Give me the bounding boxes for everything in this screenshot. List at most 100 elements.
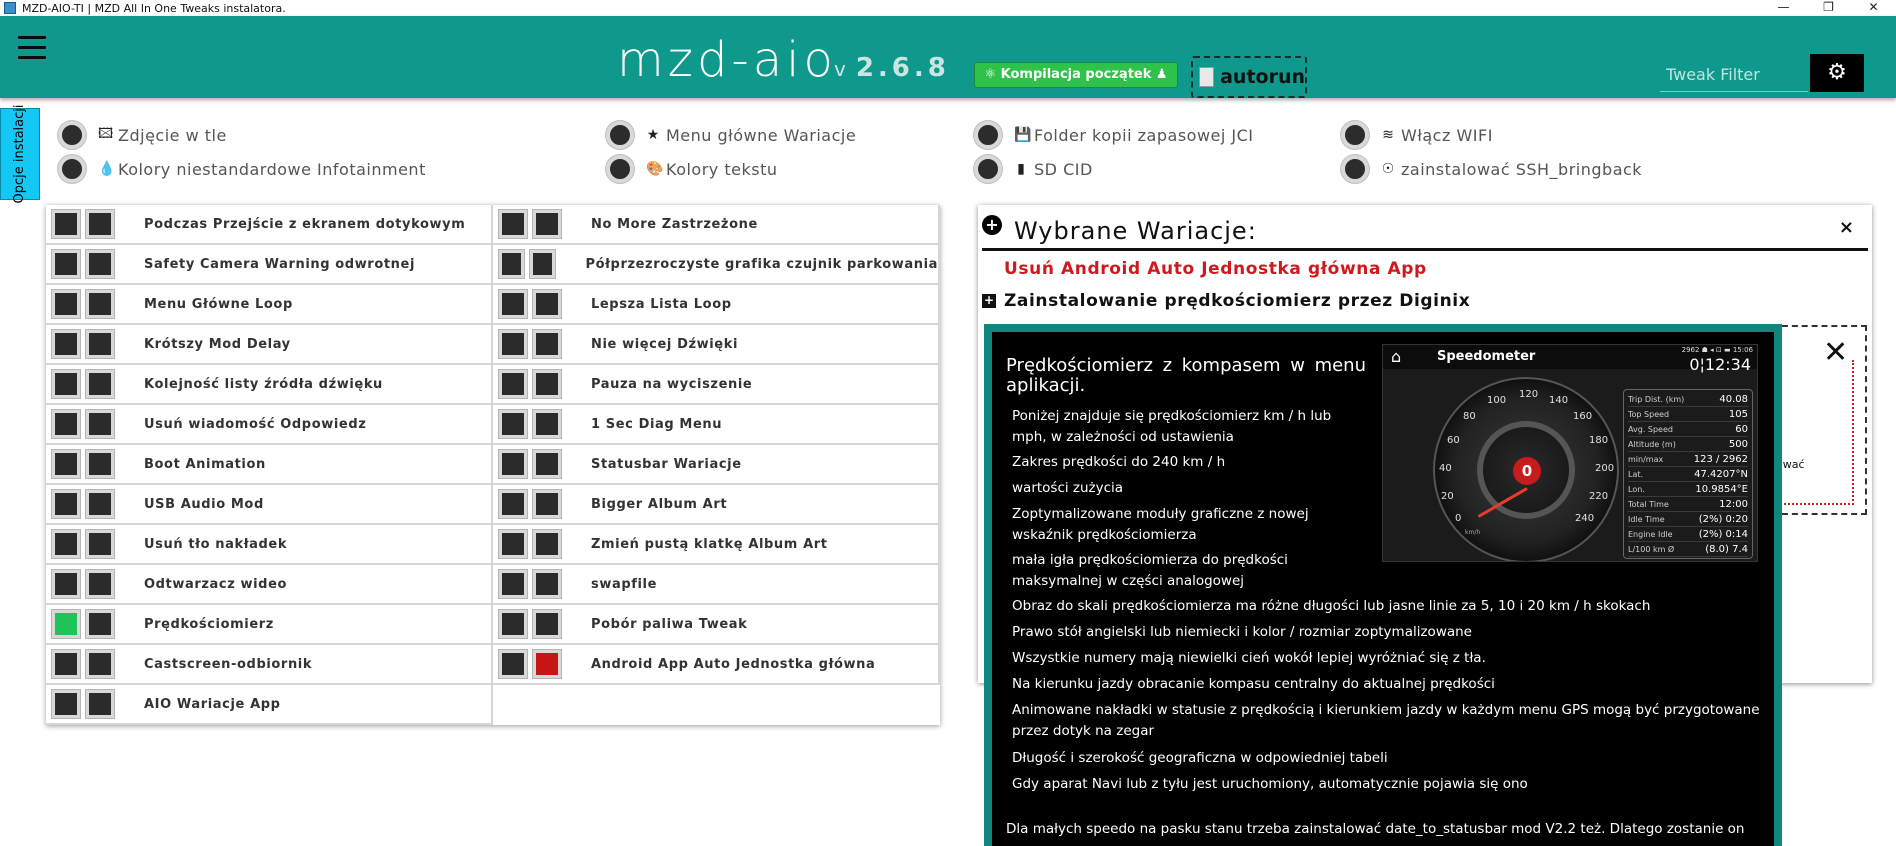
stats-value: 105	[1728, 408, 1748, 420]
selected-uninstall-item[interactable]: Usuń Android Auto Jednostka główna App	[1004, 259, 1427, 279]
install-toggle[interactable]	[499, 250, 525, 278]
install-toggle[interactable]	[52, 370, 80, 398]
star-icon: ★	[646, 127, 660, 143]
uninstall-toggle[interactable]	[86, 330, 114, 358]
option-radio[interactable]	[1341, 121, 1369, 149]
option-enable-wifi[interactable]: ≋ Włącz WIFI	[1341, 121, 1493, 149]
option-custom-colors[interactable]: 💧 Kolory niestandardowe Infotainment	[58, 155, 426, 183]
window-titlebar: MZD-AIO-TI | MZD All In One Tweaks insta…	[0, 0, 1896, 16]
stats-value: 123 / 2962	[1693, 453, 1748, 465]
autorun-checkbox[interactable]	[1199, 67, 1215, 87]
install-toggle[interactable]	[52, 410, 80, 438]
gauge-tick: 140	[1549, 395, 1569, 406]
tweak-filter-input[interactable]	[1660, 58, 1808, 92]
install-toggle[interactable]	[52, 250, 80, 278]
uninstall-toggle[interactable]	[86, 650, 114, 678]
selected-close-button[interactable]: ×	[1839, 217, 1854, 238]
uninstall-toggle[interactable]	[533, 410, 561, 438]
install-toggle[interactable]	[499, 290, 527, 318]
uninstall-toggle[interactable]	[530, 250, 556, 278]
gauge-center-value: 0	[1513, 457, 1541, 485]
install-toggle[interactable]	[52, 290, 80, 318]
settings-button[interactable]: ⚙	[1810, 54, 1864, 92]
uninstall-toggle[interactable]	[533, 650, 561, 678]
tweak-row: Krótszy Mod Delay	[46, 325, 493, 365]
uninstall-toggle[interactable]	[86, 690, 114, 718]
uninstall-toggle[interactable]	[86, 450, 114, 478]
install-toggle[interactable]	[499, 450, 527, 478]
stats-row: L/100 km Ø (8.0) 7.4	[1628, 542, 1748, 557]
option-radio[interactable]	[58, 155, 86, 183]
option-radio[interactable]	[1341, 155, 1369, 183]
option-jci-backup-folder[interactable]: 💾 Folder kopii zapasowej JCI	[974, 121, 1254, 149]
install-toggle[interactable]	[52, 530, 80, 558]
uninstall-toggle[interactable]	[86, 610, 114, 638]
install-toggle[interactable]	[52, 570, 80, 598]
uninstall-toggle[interactable]	[86, 250, 114, 278]
info-bottom-text: Dla małych speedo na pasku stanu trzeba …	[1006, 821, 1745, 837]
mzd-aio-window: MZD-AIO-TI | MZD All In One Tweaks insta…	[0, 0, 1896, 846]
uninstall-toggle[interactable]	[86, 530, 114, 558]
option-radio[interactable]	[58, 121, 86, 149]
tweak-row: Podczas Przejście z ekranem dotykowym	[46, 205, 493, 245]
gauge-tick: 160	[1573, 411, 1593, 422]
uninstall-toggle[interactable]	[533, 290, 561, 318]
uninstall-toggle[interactable]	[86, 370, 114, 398]
tweak-row: Pobór paliwa Tweak	[493, 605, 940, 645]
uninstall-toggle[interactable]	[533, 490, 561, 518]
autorun-toggle[interactable]: autorun	[1191, 56, 1307, 98]
uninstall-toggle[interactable]	[86, 490, 114, 518]
install-toggle[interactable]	[52, 610, 80, 638]
uninstall-toggle[interactable]	[533, 570, 561, 598]
uninstall-toggle[interactable]	[533, 610, 561, 638]
uninstall-toggle[interactable]	[533, 370, 561, 398]
option-ssh-bringback[interactable]: ☉ zainstalować SSH_bringback	[1341, 155, 1642, 183]
uninstall-toggle[interactable]	[86, 410, 114, 438]
info-title: Prędkościomierz z kompasem w menu aplika…	[1006, 355, 1366, 396]
install-toggle[interactable]	[52, 330, 80, 358]
option-label: Kolory niestandardowe Infotainment	[118, 159, 426, 179]
plus-circle-icon[interactable]: +	[982, 215, 1002, 235]
install-toggle[interactable]	[52, 650, 80, 678]
install-toggle[interactable]	[499, 570, 527, 598]
version-prefix: v	[834, 57, 850, 81]
info-item: Prawo stół angielski lub niemiecki i kol…	[1012, 624, 1472, 640]
tweak-row: Odtwarzacz wideo	[46, 565, 493, 605]
install-toggle[interactable]	[499, 490, 527, 518]
install-toggle[interactable]	[52, 450, 80, 478]
uninstall-toggle[interactable]	[533, 530, 561, 558]
install-options-tab[interactable]: Opcje instalacji	[0, 104, 40, 204]
option-radio[interactable]	[974, 155, 1002, 183]
option-background-image[interactable]: 🖾 Zdjęcie w tle	[58, 121, 227, 149]
install-toggle[interactable]	[499, 610, 527, 638]
restore-button[interactable]: ❐	[1806, 0, 1851, 16]
option-radio[interactable]	[606, 155, 634, 183]
uninstall-toggle[interactable]	[533, 330, 561, 358]
option-radio[interactable]	[606, 121, 634, 149]
uninstall-toggle[interactable]	[533, 210, 561, 238]
compile-button[interactable]: ⚛ Kompilacja początek ♟	[974, 62, 1178, 88]
install-toggle[interactable]	[499, 210, 527, 238]
install-toggle[interactable]	[52, 210, 80, 238]
install-toggle[interactable]	[499, 410, 527, 438]
uninstall-toggle[interactable]	[86, 210, 114, 238]
install-toggle[interactable]	[499, 330, 527, 358]
option-text-colors[interactable]: 🎨 Kolory tekstu	[606, 155, 777, 183]
hamburger-menu-icon[interactable]	[18, 36, 46, 64]
selected-install-item[interactable]: + Zainstalowanie prędkościomierz przez D…	[982, 291, 1470, 311]
close-window-button[interactable]: ✕	[1851, 0, 1896, 16]
minimize-button[interactable]: —	[1761, 0, 1806, 16]
install-toggle[interactable]	[499, 530, 527, 558]
background-close-icon[interactable]: ✕	[1823, 338, 1848, 368]
option-radio[interactable]	[974, 121, 1002, 149]
uninstall-toggle[interactable]	[533, 450, 561, 478]
uninstall-toggle[interactable]	[86, 570, 114, 598]
uninstall-toggle[interactable]	[86, 290, 114, 318]
install-toggle[interactable]	[499, 650, 527, 678]
option-main-menu-variations[interactable]: ★ Menu główne Wariacje	[606, 121, 856, 149]
option-sd-cid[interactable]: ▮ SD CID	[974, 155, 1093, 183]
option-label: zainstalować SSH_bringback	[1401, 159, 1643, 179]
install-toggle[interactable]	[499, 370, 527, 398]
install-toggle[interactable]	[52, 490, 80, 518]
install-toggle[interactable]	[52, 690, 80, 718]
